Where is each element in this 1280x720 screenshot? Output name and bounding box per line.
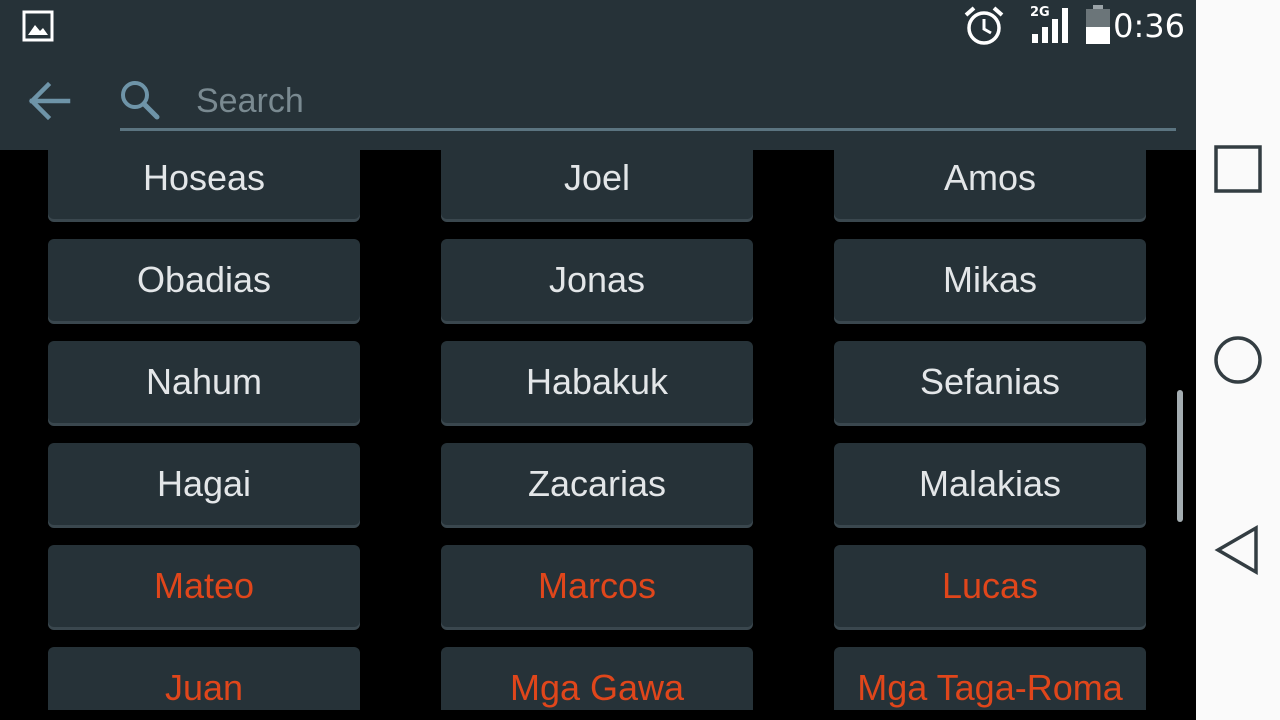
home-button[interactable] [1210, 332, 1266, 393]
book-label: Mateo [153, 565, 255, 606]
book-label: Hoseas [142, 157, 266, 198]
book-label: Obadias [136, 259, 272, 300]
book-label: Sefanias [919, 361, 1061, 402]
book-button[interactable]: Joel [441, 150, 753, 219]
image-notification-icon [22, 10, 54, 47]
back-button[interactable] [22, 78, 78, 124]
book-button[interactable]: Hoseas [48, 150, 360, 219]
book-button[interactable]: Sefanias [834, 341, 1146, 423]
book-button[interactable]: Mga Gawa [441, 647, 753, 710]
book-label: Zacarias [527, 463, 667, 504]
book-button[interactable]: Obadias [48, 239, 360, 321]
book-label: Mga Gawa [509, 667, 685, 708]
book-label: Nahum [145, 361, 263, 402]
book-label: Joel [563, 157, 631, 198]
signal-icon [1030, 6, 1072, 49]
square-icon [1210, 145, 1266, 202]
arrow-left-icon [22, 81, 78, 128]
book-label: Mga Taga-Roma [857, 667, 1123, 708]
book-label: Jonas [548, 259, 646, 300]
status-bar: 2G 0:36 [0, 0, 1196, 52]
book-label: Habakuk [525, 361, 669, 402]
book-button[interactable]: Malakias [834, 443, 1146, 525]
book-label: Hagai [156, 463, 252, 504]
navigation-bar [1196, 0, 1280, 720]
search-icon [120, 80, 160, 125]
alarm-icon [962, 5, 1006, 52]
book-button[interactable]: Juan [48, 647, 360, 710]
book-button[interactable]: Zacarias [441, 443, 753, 525]
book-button[interactable]: Mikas [834, 239, 1146, 321]
recent-apps-button[interactable] [1210, 142, 1266, 203]
book-label: Marcos [537, 565, 657, 606]
book-button[interactable]: Amos [834, 150, 1146, 219]
book-button[interactable]: Jonas [441, 239, 753, 321]
book-label: Juan [164, 667, 244, 708]
search-field [120, 72, 1176, 131]
circle-icon [1210, 336, 1266, 392]
book-button[interactable]: Habakuk [441, 341, 753, 423]
book-button[interactable]: Hagai [48, 443, 360, 525]
book-label: Amos [943, 157, 1037, 198]
book-grid: Hoseas Joel Amos Obadias Jonas Mikas Nahum Haba… [0, 150, 1196, 710]
book-button[interactable]: Nahum [48, 341, 360, 423]
scrollbar[interactable] [1177, 390, 1183, 522]
book-label: Mikas [942, 259, 1037, 300]
back-nav-button[interactable] [1210, 522, 1266, 583]
book-label: Malakias [918, 463, 1062, 504]
book-button[interactable]: Mga Taga-Roma [834, 647, 1146, 710]
battery-icon [1085, 5, 1111, 50]
status-time: 0:36 [1113, 7, 1185, 45]
triangle-back-icon [1210, 524, 1266, 582]
search-input[interactable] [196, 78, 1156, 124]
book-button[interactable]: Marcos [441, 545, 753, 627]
book-label: Lucas [941, 565, 1039, 606]
search-toolbar [0, 52, 1196, 150]
book-button[interactable]: Lucas [834, 545, 1146, 627]
book-button[interactable]: Mateo [48, 545, 360, 627]
